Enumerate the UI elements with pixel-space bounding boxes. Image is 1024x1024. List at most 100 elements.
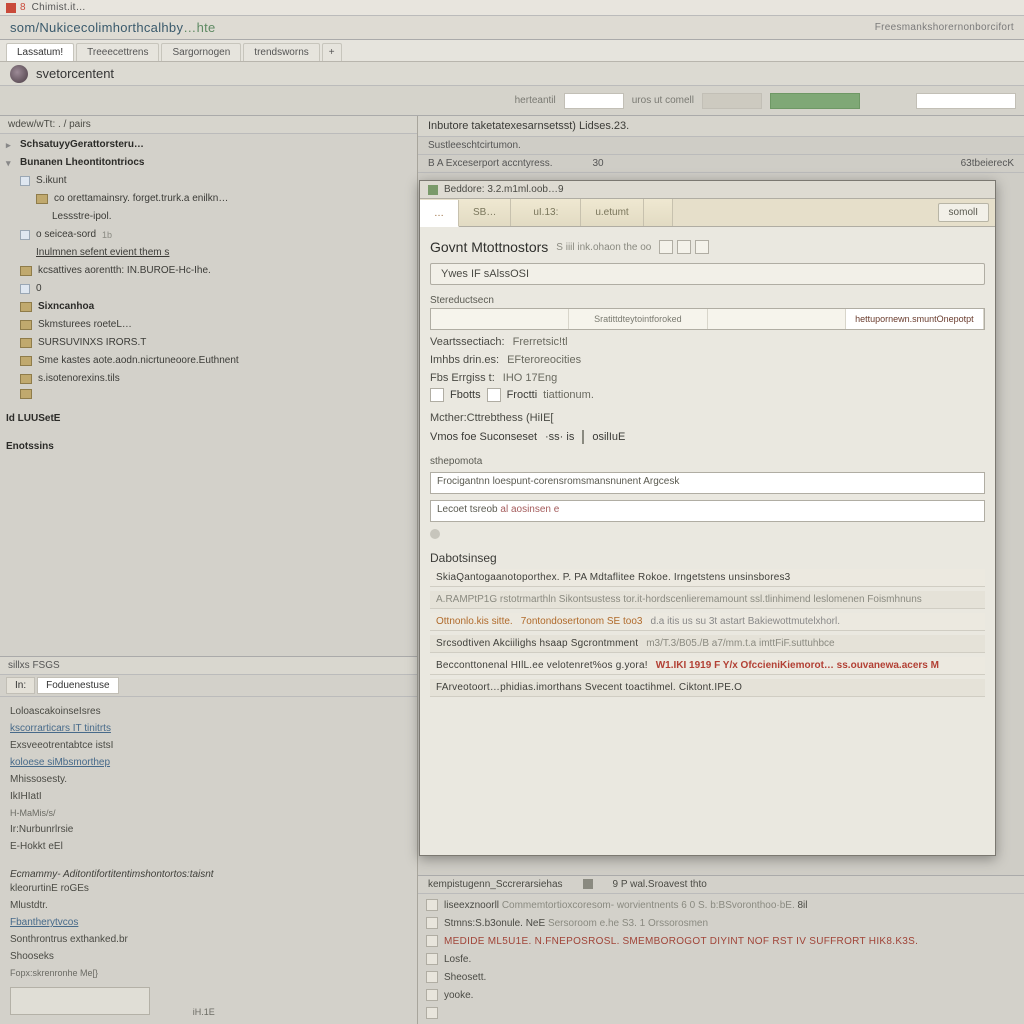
- result-row-2[interactable]: Ottnonlo.kis sitte. 7ontondosertonom SE …: [430, 613, 985, 631]
- bl-row-4[interactable]: Mhissosesty.: [10, 771, 407, 788]
- tab-4[interactable]: trendsworns: [243, 43, 319, 61]
- bl-sec-row-3[interactable]: Sonthrontrus exthanked.br: [10, 931, 407, 948]
- console-head: kempistugenn_Sccrerarsiehas 9 P wal.Sroa…: [418, 876, 1024, 894]
- tab-add[interactable]: +: [322, 43, 342, 61]
- result-row-0[interactable]: SkiaQantogaanotoporthex. P. PA Mdtaflite…: [430, 569, 985, 587]
- version-chip[interactable]: Ywes IF sAlssOSI: [430, 263, 985, 285]
- bl-sec-row-2[interactable]: Fbantherytvcos: [10, 914, 407, 931]
- radio-icon[interactable]: [487, 388, 501, 402]
- breadcrumb: som/Nukicecolimhorthcalhby…hte: [10, 20, 216, 35]
- checkbox-icon[interactable]: [426, 971, 438, 983]
- tree-node-10[interactable]: s.isotenorexins.tils: [4, 370, 413, 388]
- avatar[interactable]: [10, 65, 28, 83]
- bl-row-8[interactable]: E-Hokkt eEl: [10, 838, 407, 855]
- strip-tab-4[interactable]: hettupornewn.smuntOnepotpt: [846, 309, 984, 329]
- console-row-5[interactable]: yooke.: [424, 986, 1018, 1004]
- kv-row-1: Veartssectiach:Frerretsic!tl: [430, 330, 985, 348]
- checkbox-icon[interactable]: [426, 989, 438, 1001]
- status-dot-icon: [430, 529, 440, 539]
- author-name: svetorcentent: [36, 66, 114, 81]
- heading-btn-2[interactable]: [677, 240, 691, 254]
- console-row-0[interactable]: liseexznoorll Commemtortioxcoresom- worv…: [424, 896, 1018, 914]
- console-row-1[interactable]: Stmns:S.b3onule. NeE Sersoroom e.he S3. …: [424, 914, 1018, 932]
- tree-node-7[interactable]: Skmsturees roeteL…: [4, 316, 413, 334]
- checkbox-icon[interactable]: [426, 953, 438, 965]
- heading-btn-1[interactable]: [659, 240, 673, 254]
- tree-node-5[interactable]: 0: [4, 280, 413, 298]
- checkbox-icon[interactable]: [426, 917, 438, 929]
- tree-node-1[interactable]: S.ikunt: [4, 172, 413, 190]
- bl-tab-2[interactable]: Foduenestuse: [37, 677, 118, 694]
- dialog-tab-3[interactable]: uI.13:: [511, 199, 581, 226]
- dialog-tab-button[interactable]: somolI: [938, 203, 989, 222]
- console-head-left: kempistugenn_Sccrerarsiehas: [428, 879, 563, 890]
- tree-section-3[interactable]: Id LUUSetE: [4, 410, 413, 428]
- dialog-tab-4[interactable]: u.etumt: [581, 199, 643, 226]
- heading-btn-3[interactable]: [695, 240, 709, 254]
- bl-row-2[interactable]: Exsveeotrentabtce istsI: [10, 737, 407, 754]
- console-head-icon: [583, 879, 593, 889]
- bl-row-7[interactable]: Ir:Nurbunrlrsie: [10, 821, 407, 838]
- toolbar-field1-input[interactable]: [564, 93, 624, 109]
- tab-3[interactable]: Sargornogen: [161, 43, 241, 61]
- tab-2[interactable]: Treeecettrens: [76, 43, 159, 61]
- checkbox-icon[interactable]: [426, 935, 438, 947]
- result-row-1[interactable]: A.RAMPtP1G rstotrmarthln Sikontsustess t…: [430, 591, 985, 609]
- section-label: Stereductsecn: [430, 289, 985, 308]
- kv-row-2: Imhbs drin.es:EFteroreocities: [430, 348, 985, 366]
- tree-node-1a[interactable]: co orettamainsry. forget.trurk.a enilkn…: [4, 190, 413, 208]
- tree-node-8[interactable]: SURSUVINXS IRORS.T: [4, 334, 413, 352]
- tab-1[interactable]: Lassatum!: [6, 43, 74, 61]
- tree-section-1[interactable]: ▸SchsatuyyGerattorsteru…: [4, 136, 413, 154]
- radio-icon[interactable]: [430, 388, 444, 402]
- checkbox-icon[interactable]: [426, 899, 438, 911]
- result-row-4[interactable]: Becconttonenal HIlL.ee velotenret%os g.y…: [430, 657, 985, 675]
- dialog-tab-1[interactable]: …: [420, 200, 459, 227]
- toolbar-highlight-bar[interactable]: [770, 93, 860, 109]
- bl-row-1[interactable]: kscorrarticars IT tinitrts: [10, 720, 407, 737]
- toolbar-field2-input[interactable]: [702, 93, 762, 109]
- bl-row-3[interactable]: koloese siMbsmorthep: [10, 754, 407, 771]
- console-row-2[interactable]: MEDIDE ML5U1E. N.FNEPOSROSL. SMEMBOROGOT…: [424, 932, 1018, 950]
- strip-tab-2[interactable]: Sratittdteytointforoked: [569, 309, 707, 329]
- dialog-tab-2[interactable]: SB…: [459, 199, 511, 226]
- console-rows: liseexznoorll Commemtortioxcoresom- worv…: [418, 894, 1024, 1024]
- bl-row-6[interactable]: H-MaMis/s/: [10, 805, 407, 821]
- dialog-titlebar[interactable]: Beddore: 3.2.m1ml.oob…9: [420, 181, 995, 199]
- tree-node-11[interactable]: [4, 388, 413, 400]
- result-row-5[interactable]: FArveotoort…phidias.imorthans Svecent to…: [430, 679, 985, 697]
- bl-sec-head: Ecmammy- Aditontifortitentimshontortos:t…: [10, 869, 407, 880]
- bl-sec-row-0[interactable]: kleorurtinE roGEs: [10, 880, 407, 897]
- tree-node-6[interactable]: Sixncanhoa: [4, 298, 413, 316]
- dialog-tab-5[interactable]: [644, 199, 673, 226]
- console-row-3[interactable]: Losfe.: [424, 950, 1018, 968]
- strip-tab-1[interactable]: [431, 309, 569, 329]
- scope-input-2[interactable]: Lecoet tsreob al aosinsen e: [430, 500, 985, 522]
- tree-node-4[interactable]: kcsattives aorentth: IN.BUROE-Hc-Ihe.: [4, 262, 413, 280]
- scope-input-1[interactable]: Frocigantnn loespunt-corensromsmansnunen…: [430, 472, 985, 494]
- tree-node-2[interactable]: o seicea-sord1b: [4, 226, 413, 244]
- bl-header: sillxs FSGS: [0, 657, 417, 675]
- app-titlebar: 8 Chimist.it…: [0, 0, 1024, 16]
- scope-input-label: sthepomota: [430, 450, 985, 469]
- file-tree: ▸SchsatuyyGerattorsteru… ▾Bunanen Lheont…: [0, 134, 417, 458]
- dialog-tabs: … SB… uI.13: u.etumt somolI: [420, 199, 995, 227]
- bl-sec-row-4[interactable]: Shooseks: [10, 948, 407, 965]
- tree-node-9[interactable]: Sme kastes aote.aodn.nicrtuneoore.Euthne…: [4, 352, 413, 370]
- bl-sec-row-1[interactable]: Mlustdtr.: [10, 897, 407, 914]
- scope-sep: ·ss· is: [545, 431, 574, 443]
- console-row-4[interactable]: Sheosett.: [424, 968, 1018, 986]
- tree-section-2[interactable]: ▾Bunanen Lheontitontriocs: [4, 154, 413, 172]
- checkbox-icon[interactable]: [426, 1007, 438, 1019]
- toolbar-field3-input[interactable]: [916, 93, 1016, 109]
- bl-row-5[interactable]: IkIHIatI: [10, 788, 407, 805]
- tree-node-1b[interactable]: Lessstre-ipol.: [4, 208, 413, 226]
- tree-section-4[interactable]: Enotssins: [4, 438, 413, 456]
- strip-tab-3[interactable]: [708, 309, 846, 329]
- console-row-6[interactable]: [424, 1004, 1018, 1022]
- tree-node-3[interactable]: Inulmnen sefent evient them s: [4, 244, 413, 262]
- bl-row-0[interactable]: LoloascakoinseIsres: [10, 703, 407, 720]
- console-panel: kempistugenn_Sccrerarsiehas 9 P wal.Sroa…: [418, 875, 1024, 1024]
- bl-tab-1[interactable]: In:: [6, 677, 35, 694]
- result-row-3[interactable]: Srcsodtiven Akciilighs hsaap Sgcrontmmen…: [430, 635, 985, 653]
